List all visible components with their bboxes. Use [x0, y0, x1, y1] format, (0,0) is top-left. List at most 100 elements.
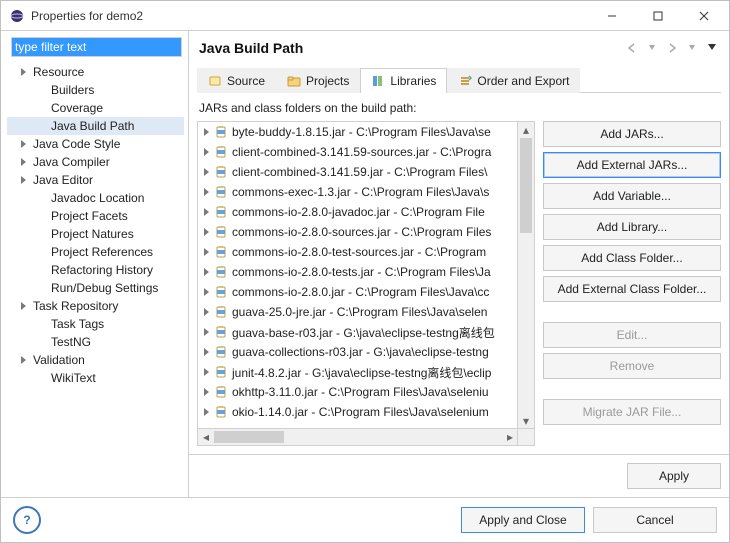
expand-icon[interactable] [198, 245, 214, 259]
nav-item-wikitext[interactable]: WikiText [7, 369, 184, 387]
nav-item-project-references[interactable]: Project References [7, 243, 184, 261]
jar-list[interactable]: byte-buddy-1.8.15.jar - C:\Program Files… [198, 122, 518, 429]
expand-icon[interactable] [198, 145, 214, 159]
jar-item[interactable]: client-combined-3.141.59.jar - C:\Progra… [198, 162, 518, 182]
nav-item-run-debug-settings[interactable]: Run/Debug Settings [7, 279, 184, 297]
expand-icon [35, 120, 47, 132]
tab-order-and-export[interactable]: Order and Export [447, 68, 580, 93]
apply-button[interactable]: Apply [627, 463, 721, 489]
apply-close-button[interactable]: Apply and Close [461, 507, 585, 533]
jar-item[interactable]: okhttp-3.11.0.jar - C:\Program Files\Jav… [198, 382, 518, 402]
scroll-left-icon[interactable]: ◂ [198, 429, 214, 445]
add-class-folder-button[interactable]: Add Class Folder... [543, 245, 721, 271]
jar-item[interactable]: commons-io-2.8.0-javadoc.jar - C:\Progra… [198, 202, 518, 222]
expand-icon[interactable] [198, 225, 214, 239]
nav-item-label: Java Compiler [31, 155, 112, 169]
jar-icon [214, 285, 228, 299]
jar-item[interactable]: commons-exec-1.3.jar - C:\Program Files\… [198, 182, 518, 202]
expand-icon [35, 336, 47, 348]
help-button[interactable]: ? [13, 506, 41, 534]
jar-item[interactable]: okio-1.14.0.jar - C:\Program Files\Java\… [198, 402, 518, 422]
tab-projects[interactable]: Projects [276, 68, 360, 93]
expand-icon[interactable] [17, 156, 29, 168]
scroll-thumb-h[interactable] [214, 431, 284, 443]
nav-tree[interactable]: ResourceBuildersCoverageJava Build PathJ… [7, 63, 188, 491]
jar-item[interactable]: commons-io-2.8.0-sources.jar - C:\Progra… [198, 222, 518, 242]
nav-item-javadoc-location[interactable]: Javadoc Location [7, 189, 184, 207]
view-menu-button[interactable] [703, 39, 721, 57]
jar-icon [214, 405, 228, 419]
nav-item-testng[interactable]: TestNG [7, 333, 184, 351]
add-variable-button[interactable]: Add Variable... [543, 183, 721, 209]
jar-item[interactable]: guava-base-r03.jar - G:\java\eclipse-tes… [198, 322, 518, 342]
nav-item-label: Project References [49, 245, 155, 259]
nav-item-validation[interactable]: Validation [7, 351, 184, 369]
jar-item[interactable]: guava-25.0-jre.jar - C:\Program Files\Ja… [198, 302, 518, 322]
nav-item-task-repository[interactable]: Task Repository [7, 297, 184, 315]
nav-item-label: Project Facets [49, 209, 130, 223]
expand-icon[interactable] [198, 345, 214, 359]
expand-icon[interactable] [198, 185, 214, 199]
nav-item-project-facets[interactable]: Project Facets [7, 207, 184, 225]
nav-item-task-tags[interactable]: Task Tags [7, 315, 184, 333]
nav-item-project-natures[interactable]: Project Natures [7, 225, 184, 243]
scroll-right-icon[interactable]: ▸ [502, 429, 518, 445]
jar-item[interactable]: commons-io-2.8.0.jar - C:\Program Files\… [198, 282, 518, 302]
expand-icon[interactable] [198, 285, 214, 299]
nav-item-coverage[interactable]: Coverage [7, 99, 184, 117]
horizontal-scrollbar[interactable]: ◂ ▸ [198, 428, 518, 445]
scroll-up-icon[interactable]: ▴ [518, 122, 534, 138]
expand-icon[interactable] [198, 385, 214, 399]
jar-list-container: byte-buddy-1.8.15.jar - C:\Program Files… [197, 121, 535, 446]
scroll-corner [517, 428, 534, 445]
jar-icon [214, 225, 228, 239]
close-button[interactable] [681, 1, 727, 31]
jar-item[interactable]: commons-io-2.8.0-test-sources.jar - C:\P… [198, 242, 518, 262]
scroll-down-icon[interactable]: ▾ [518, 413, 534, 429]
expand-icon[interactable] [198, 125, 214, 139]
expand-icon[interactable] [198, 365, 214, 379]
add-jars-button[interactable]: Add JARs... [543, 121, 721, 147]
filter-input[interactable] [11, 37, 182, 57]
tab-source[interactable]: Source [197, 68, 276, 93]
jar-icon [214, 165, 228, 179]
add-external-class-folder-button[interactable]: Add External Class Folder... [543, 276, 721, 302]
nav-item-java-code-style[interactable]: Java Code Style [7, 135, 184, 153]
expand-icon[interactable] [17, 300, 29, 312]
jar-item[interactable]: junit-4.8.2.jar - G:\java\eclipse-testng… [198, 362, 518, 382]
nav-item-builders[interactable]: Builders [7, 81, 184, 99]
nav-item-refactoring-history[interactable]: Refactoring History [7, 261, 184, 279]
cancel-button[interactable]: Cancel [593, 507, 717, 533]
scroll-thumb[interactable] [520, 138, 532, 233]
add-external-jars-button[interactable]: Add External JARs... [543, 152, 721, 178]
expand-icon[interactable] [198, 265, 214, 279]
expand-icon[interactable] [198, 325, 214, 339]
nav-item-java-build-path[interactable]: Java Build Path [7, 117, 184, 135]
nav-item-java-editor[interactable]: Java Editor [7, 171, 184, 189]
minimize-button[interactable] [589, 1, 635, 31]
expand-icon[interactable] [198, 305, 214, 319]
add-library-button[interactable]: Add Library... [543, 214, 721, 240]
forward-button[interactable] [663, 39, 681, 57]
jar-item[interactable]: client-combined-3.141.59-sources.jar - C… [198, 142, 518, 162]
nav-item-resource[interactable]: Resource [7, 63, 184, 81]
expand-icon[interactable] [198, 405, 214, 419]
nav-item-java-compiler[interactable]: Java Compiler [7, 153, 184, 171]
expand-icon[interactable] [17, 354, 29, 366]
expand-icon[interactable] [17, 66, 29, 78]
tab-libraries[interactable]: Libraries [360, 68, 447, 93]
jar-item[interactable]: byte-buddy-1.8.15.jar - C:\Program Files… [198, 122, 518, 142]
expand-icon[interactable] [17, 138, 29, 150]
expand-icon[interactable] [198, 205, 214, 219]
expand-icon[interactable] [17, 174, 29, 186]
jar-item[interactable]: guava-collections-r03.jar - G:\java\ecli… [198, 342, 518, 362]
back-menu-button[interactable] [643, 39, 661, 57]
jar-item[interactable]: commons-io-2.8.0-tests.jar - C:\Program … [198, 262, 518, 282]
expand-icon[interactable] [198, 165, 214, 179]
tab-label: Order and Export [477, 74, 569, 88]
vertical-scrollbar[interactable]: ▴ ▾ [517, 122, 534, 429]
nav-item-label: Run/Debug Settings [49, 281, 160, 295]
maximize-button[interactable] [635, 1, 681, 31]
forward-menu-button[interactable] [683, 39, 701, 57]
back-button[interactable] [623, 39, 641, 57]
